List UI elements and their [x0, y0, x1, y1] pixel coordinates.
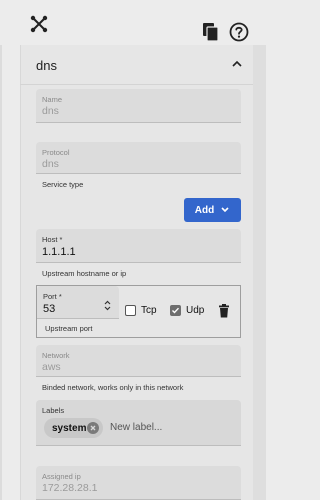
network-logo-icon[interactable] [29, 14, 49, 34]
card-header-divider [20, 84, 253, 85]
name-field: Name dns [36, 89, 241, 123]
port-input[interactable]: 53 [43, 303, 55, 315]
label-chip[interactable]: system [44, 418, 103, 438]
assigned-ip-field: Assigned ip 172.28.28.1 [36, 466, 241, 500]
udp-checkbox[interactable] [170, 305, 181, 316]
port-helper: Upstream port [45, 324, 93, 333]
copy-icon[interactable] [202, 22, 220, 42]
network-value: aws [42, 361, 61, 373]
delete-icon[interactable] [218, 304, 230, 318]
network-field: Network aws [36, 345, 241, 377]
card-title: dns [36, 58, 57, 73]
protocol-value: dns [42, 158, 59, 170]
chip-remove-icon[interactable] [87, 422, 99, 434]
help-circle-icon[interactable] [229, 22, 249, 42]
assigned-ip-label: Assigned ip [42, 472, 81, 481]
add-button[interactable]: Add [184, 198, 241, 222]
network-label: Network [42, 351, 70, 360]
name-label: Name [42, 95, 63, 104]
add-button-label: Add [194, 204, 215, 216]
new-label-input[interactable]: New label... [110, 422, 162, 433]
labels-label: Labels [42, 406, 65, 415]
chevron-up-icon[interactable] [230, 59, 244, 69]
network-helper: Binded network, works only in this netwo… [42, 383, 184, 392]
host-field[interactable]: Host * 1.1.1.1 [36, 229, 241, 263]
label-chip-text: system [52, 423, 87, 434]
protocol-label: Protocol [42, 148, 70, 157]
left-divider [0, 45, 2, 500]
host-helper: Upstream hostname or ip [42, 269, 127, 278]
udp-label: Udp [186, 305, 205, 316]
right-scroll-strip [253, 45, 266, 500]
chevron-down-icon [221, 207, 229, 213]
port-field[interactable]: Port * 53 [37, 286, 119, 319]
assigned-ip-value: 172.28.28.1 [42, 482, 98, 494]
host-input[interactable]: 1.1.1.1 [42, 246, 76, 258]
name-value: dns [42, 105, 59, 117]
host-label: Host * [42, 235, 63, 244]
protocol-field: Protocol dns [36, 142, 241, 174]
tcp-label: Tcp [141, 305, 157, 316]
port-label: Port * [43, 292, 62, 301]
port-stepper-icon[interactable] [103, 300, 112, 311]
service-type-label: Service type [42, 180, 84, 189]
tcp-checkbox[interactable] [125, 305, 136, 316]
check-icon [172, 307, 180, 314]
